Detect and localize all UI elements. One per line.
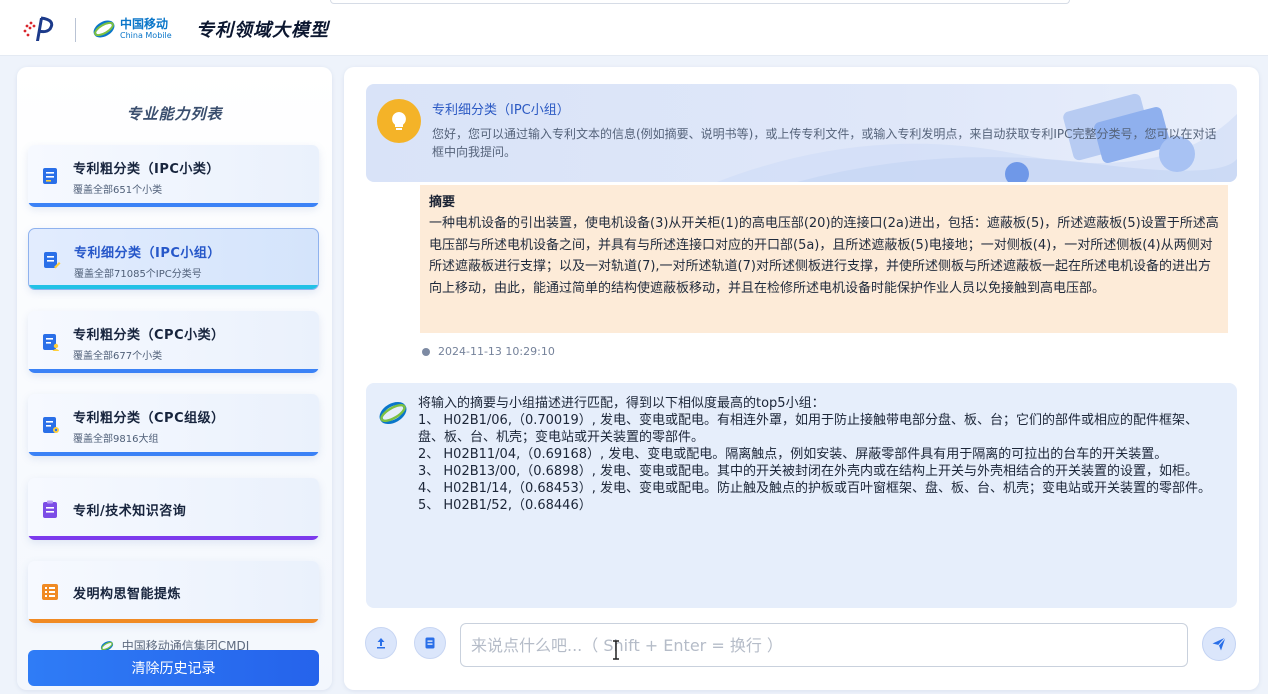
china-mobile-logo: 中国移动 China Mobile — [92, 14, 178, 44]
item-accent-bar — [28, 452, 319, 456]
edit-document-icon — [44, 252, 61, 269]
sidebar-item-label: 专利/技术知识咨询 — [73, 504, 187, 519]
file-icon — [425, 637, 435, 649]
file-button[interactable] — [414, 627, 446, 659]
text-cursor-icon — [613, 640, 619, 660]
bot-line: 1、 H02B1/06,（0.70019）, 发电、变电或配电。有相连外罩，如用… — [418, 413, 1198, 445]
message-timestamp: 2024-11-13 10:29:10 — [422, 345, 555, 358]
sidebar-item-sub: 覆盖全部677个小类 — [73, 351, 163, 362]
sidebar-item-label: 专利粗分类（CPC组级） — [73, 411, 225, 426]
user-message-heading: 摘要 — [429, 195, 456, 210]
top-bar: 中国移动 China Mobile 专利领域大模型 — [0, 0, 1268, 56]
sidebar-item-invention-extract[interactable]: 发明构思智能提炼 — [28, 561, 319, 623]
chat-panel: 专利细分类（IPC小组） 您好，您可以通过输入专利文本的信息(例如摘要、说明书等… — [344, 67, 1259, 690]
bot-avatar-icon — [379, 402, 407, 424]
capability-sidebar: 专业能力列表 专利粗分类（IPC小类） 覆盖全部651个小类 专利细分类（IPC… — [17, 67, 332, 690]
bot-message: 将输入的摘要与小组描述进行匹配，得到以下相似度最高的top5小组： 1、 H02… — [366, 383, 1237, 608]
sidebar-item-sub: 覆盖全部71085个IPC分类号 — [74, 269, 202, 280]
item-accent-bar — [28, 369, 319, 373]
sidebar-item-label: 专利粗分类（IPC小类） — [73, 162, 220, 177]
sidebar-item-sub: 覆盖全部9816大组 — [73, 434, 159, 445]
clipboard-icon — [43, 500, 57, 518]
upload-button[interactable] — [365, 627, 397, 659]
capability-banner: 专利细分类（IPC小组） 您好，您可以通过输入专利文本的信息(例如摘要、说明书等… — [366, 84, 1237, 182]
banner-description: 您好，您可以通过输入专利文本的信息(例如摘要、说明书等)，或上传专利文件，或输入… — [432, 127, 1217, 159]
sidebar-item-ipc-group[interactable]: 专利细分类（IPC小组） 覆盖全部71085个IPC分类号 — [28, 228, 319, 290]
china-mobile-swirl-icon — [93, 20, 115, 38]
clear-history-button[interactable]: 清除历史记录 — [28, 650, 319, 686]
bot-line: 4、 H02B1/14,（0.68453）, 发电、变电或配电。防止触及触点的护… — [418, 481, 1211, 496]
item-accent-bar — [28, 536, 319, 540]
clock-icon — [422, 347, 430, 356]
scroll-edge — [330, 0, 1070, 4]
banner-title: 专利细分类（IPC小组） — [432, 103, 570, 118]
document-user-icon — [43, 334, 60, 351]
bot-line: 5、 H02B1/52,（0.68446） — [418, 498, 592, 513]
user-message: 摘要 一种电机设备的引出装置，使电机设备(3)从开关柜(1)的高电压部(20)的… — [420, 185, 1228, 333]
list-icon — [42, 584, 58, 600]
item-accent-bar — [28, 203, 319, 207]
sidebar-item-cpc-group[interactable]: 专利粗分类（CPC组级） 覆盖全部9816大组 — [28, 394, 319, 456]
input-bar — [344, 613, 1259, 683]
send-icon — [1212, 637, 1226, 651]
sidebar-title: 专业能力列表 — [126, 105, 223, 123]
chat-input[interactable] — [460, 623, 1188, 667]
send-button[interactable] — [1202, 627, 1236, 661]
bot-line: 2、 H02B11/04,（0.69168）, 发电、变电或配电。隔离触点，例如… — [418, 447, 1168, 462]
upload-icon — [377, 638, 385, 649]
document-icon — [43, 168, 57, 184]
logo-divider — [75, 18, 76, 42]
bot-line: 3、 H02B13/00,（0.6898）, 发电、变电或配电。其中的开关被封闭… — [418, 464, 1198, 479]
document-gear-icon — [43, 417, 59, 433]
app-title: 专利领域大模型 — [196, 20, 329, 41]
timestamp-text: 2024-11-13 10:29:10 — [438, 345, 555, 358]
sidebar-item-label: 专利细分类（IPC小组） — [74, 246, 221, 261]
patent-office-logo-icon — [23, 16, 54, 41]
sidebar-item-cpc-subclass[interactable]: 专利粗分类（CPC小类） 覆盖全部677个小类 — [28, 311, 319, 373]
user-message-body: 一种电机设备的引出装置，使电机设备(3)从开关柜(1)的高电压部(20)的连接口… — [429, 216, 1219, 296]
bot-message-content: 将输入的摘要与小组描述进行匹配，得到以下相似度最高的top5小组： 1、 H02… — [418, 395, 1223, 514]
item-accent-bar — [28, 619, 319, 623]
sidebar-item-knowledge-consult[interactable]: 专利/技术知识咨询 — [28, 478, 319, 540]
bot-line: 将输入的摘要与小组描述进行匹配，得到以下相似度最高的top5小组： — [418, 396, 825, 411]
sidebar-item-label: 发明构思智能提炼 — [73, 587, 182, 602]
sidebar-item-sub: 覆盖全部651个小类 — [73, 185, 163, 196]
org-logo-en: China Mobile — [120, 31, 172, 40]
item-accent-bar — [29, 285, 318, 289]
sidebar-item-label: 专利粗分类（CPC小类） — [73, 328, 225, 343]
sidebar-item-ipc-subclass[interactable]: 专利粗分类（IPC小类） 覆盖全部651个小类 — [28, 145, 319, 207]
org-logo-zh: 中国移动 — [120, 17, 169, 31]
lightbulb-icon — [377, 99, 421, 143]
